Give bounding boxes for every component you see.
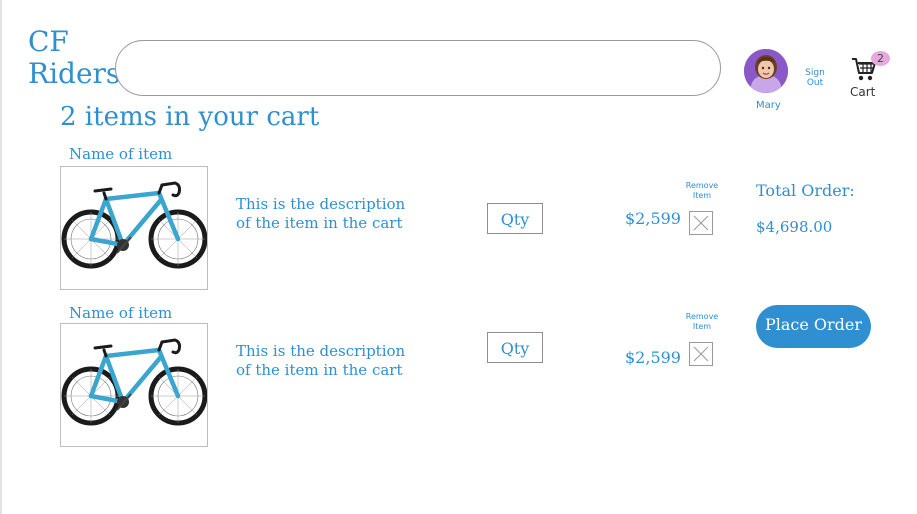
remove-item-button[interactable] — [689, 342, 713, 366]
remove-item-button[interactable] — [689, 211, 713, 235]
remove-label-line-2: Item — [692, 191, 712, 200]
bicycle-image — [61, 181, 208, 269]
remove-item-label[interactable]: Remove Item — [683, 312, 721, 332]
quantity-field[interactable]: Qty — [487, 203, 543, 234]
item-name[interactable]: Name of item — [69, 304, 172, 322]
close-icon — [693, 215, 709, 231]
item-description-line-1: This is the description — [236, 195, 406, 213]
remove-label-line-2: Item — [692, 322, 712, 331]
close-icon — [693, 346, 709, 362]
bicycle-image — [61, 338, 208, 426]
item-price: $2,599 — [625, 348, 681, 367]
item-price: $2,599 — [625, 209, 681, 228]
item-description: This is the description of the item in t… — [236, 195, 416, 233]
total-order-value: $4,698.00 — [756, 218, 833, 236]
item-description: This is the description of the item in t… — [236, 342, 416, 380]
remove-label-line-1: Remove — [685, 181, 719, 190]
item-description-line-1: This is the description — [236, 342, 406, 360]
place-order-button[interactable]: Place Order — [756, 305, 871, 348]
quantity-field[interactable]: Qty — [487, 332, 543, 363]
item-image[interactable] — [60, 166, 208, 290]
item-image[interactable] — [60, 323, 208, 447]
remove-item-label[interactable]: Remove Item — [683, 181, 721, 201]
total-order-label: Total Order: — [756, 181, 855, 200]
item-description-line-2: of the item in the cart — [236, 214, 403, 232]
item-description-line-2: of the item in the cart — [236, 361, 403, 379]
cart-item: Name of item This is the description of … — [0, 0, 917, 447]
remove-label-line-1: Remove — [685, 312, 719, 321]
